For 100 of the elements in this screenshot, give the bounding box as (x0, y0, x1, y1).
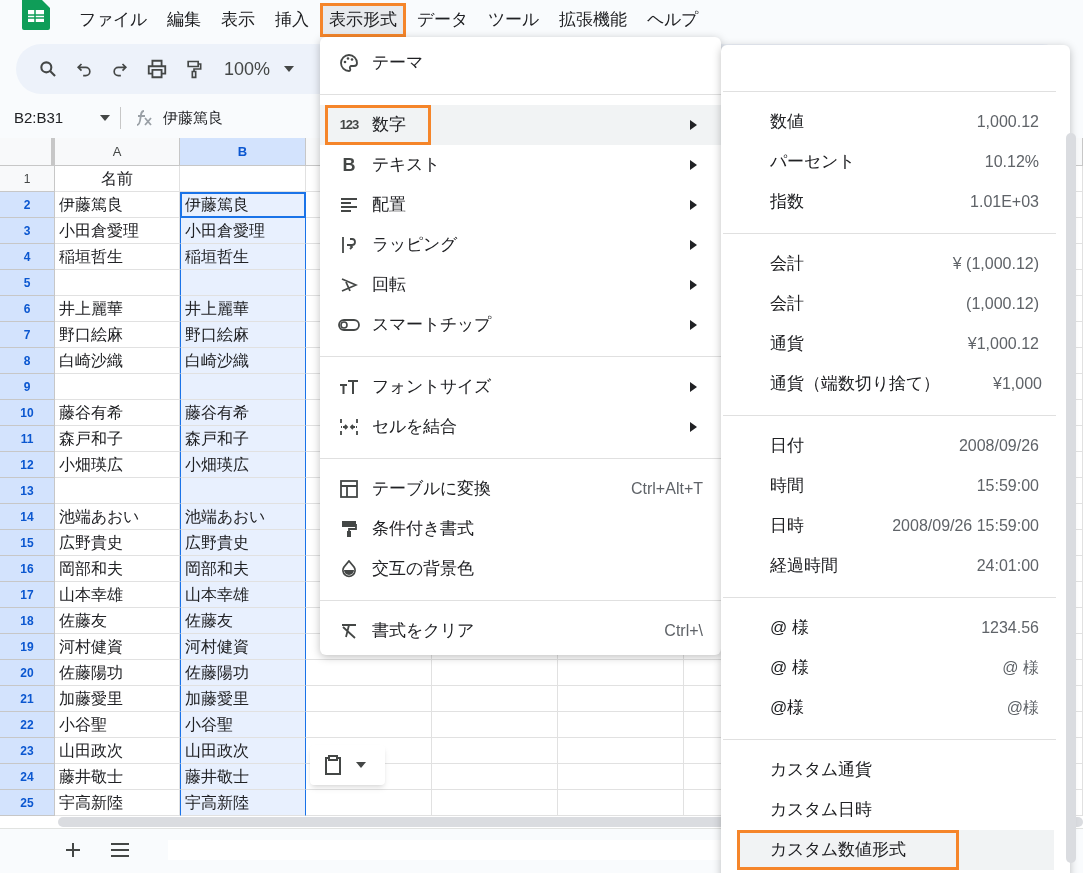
format-example: @様 (1006, 698, 1039, 718)
menu-item[interactable]: @ 様 @ 様 (737, 648, 1054, 688)
rotate-text-icon (340, 276, 358, 294)
menu-item[interactable]: 123 数字 (320, 105, 721, 145)
column-header[interactable]: A (55, 138, 180, 165)
format-example: 1.01E+03 (970, 192, 1039, 212)
table-cell: 広野貴史 (180, 530, 306, 556)
format-example: @ 様 (1002, 658, 1039, 678)
menu-item[interactable]: ラッピング (320, 225, 721, 265)
table-cell: 池端あおい (180, 504, 306, 530)
table-cell: 藤谷有希 (180, 400, 306, 426)
format-example: ¥1,000.12 (967, 334, 1039, 354)
menu-item[interactable]: 拡張機能 (550, 3, 636, 37)
vertical-scrollbar[interactable] (1066, 133, 1076, 863)
menu-item[interactable]: 条件付き書式 (320, 509, 721, 549)
row-number: 7 (0, 322, 55, 348)
format-example: 24:01:00 (976, 556, 1039, 576)
font-size-icon (339, 379, 359, 395)
zoom-dropdown[interactable]: 100% (224, 55, 295, 83)
menu-item[interactable]: 通貨 ¥1,000.12 (737, 324, 1054, 364)
menu-item[interactable]: 書式をクリア Ctrl+\ (320, 611, 721, 651)
menu-item[interactable]: ヘルプ (638, 3, 707, 37)
format-example: ¥ (1,000.12) (952, 254, 1039, 274)
menu-item[interactable]: 日時 2008/09/26 15:59:00 (737, 506, 1054, 546)
formula-content[interactable]: 伊藤篤良 (163, 106, 223, 130)
menu-item[interactable]: ツール (479, 3, 548, 37)
format-example: (1,000.12) (966, 294, 1039, 314)
table-cell: 小田倉愛理 (180, 218, 306, 244)
menu-item[interactable]: 日付 2008/09/26 (737, 426, 1054, 466)
spreadsheet-logo-icon[interactable] (22, 0, 50, 30)
clear-format-icon (340, 623, 358, 639)
menu-item[interactable]: 会計 ¥ (1,000.12) (737, 244, 1054, 284)
menu-item[interactable]: 経過時間 24:01:00 (737, 546, 1054, 586)
table-cell: 宇高新陸 (180, 790, 306, 816)
print-icon[interactable] (146, 58, 168, 80)
row-number: 20 (0, 660, 55, 686)
table-cell: 井上麗華 (180, 296, 306, 322)
table-cell: 加藤愛里 (180, 686, 306, 712)
row-number: 6 (0, 296, 55, 322)
table-cell: 河村健資 (180, 634, 306, 660)
table-cell: 山田政次 (180, 738, 306, 764)
menu-item[interactable]: カスタム日時 (737, 790, 1054, 830)
menu-icon[interactable] (110, 842, 130, 858)
add-sheet-icon[interactable] (64, 841, 82, 859)
menu-item[interactable]: フォントサイズ (320, 367, 721, 407)
menu-item[interactable]: 表示 (212, 3, 264, 37)
row-number: 22 (0, 712, 55, 738)
menu-item[interactable]: 数値 1,000.12 (737, 102, 1054, 142)
search-icon[interactable] (38, 59, 58, 79)
menu-item[interactable]: セルを結合 (320, 407, 721, 447)
name-box[interactable]: B2:B31 (0, 106, 120, 130)
align-left-icon (340, 197, 358, 213)
row-number: 19 (0, 634, 55, 660)
table-cell: 佐藤陽功 (180, 660, 306, 686)
menu-item[interactable]: カスタム数値形式 (737, 830, 1054, 870)
menu-item[interactable]: 通貨（端数切り捨て） ¥1,000 (737, 364, 1054, 404)
row-number: 21 (0, 686, 55, 712)
menu-item[interactable]: 表示形式 (320, 3, 406, 37)
menu-item[interactable]: カスタム通貨 (737, 750, 1054, 790)
menu-item[interactable]: 配置 (320, 185, 721, 225)
table-icon (340, 480, 358, 498)
function-icon (135, 109, 153, 127)
table-cell: 佐藤友 (180, 608, 306, 634)
table-cell: 森戸和子 (180, 426, 306, 452)
paste-options-button[interactable] (310, 745, 385, 785)
menu-item[interactable]: テーブルに変換 Ctrl+Alt+T (320, 469, 721, 509)
table-cell: 白崎沙織 (180, 348, 306, 374)
menu-item[interactable]: テーマ (320, 43, 721, 83)
row-number: 13 (0, 478, 55, 504)
table-cell: 名前 (55, 166, 180, 192)
menu-item[interactable]: @様 @様 (737, 688, 1054, 728)
table-cell: 小谷聖 (180, 712, 306, 738)
paint-format-icon[interactable] (184, 58, 204, 80)
format-icon: 123 (338, 115, 360, 135)
row-number: 8 (0, 348, 55, 374)
menu-item[interactable]: 指数 1.01E+03 (737, 182, 1054, 222)
menu-item[interactable]: ファイル (70, 3, 156, 37)
menu-item[interactable]: 時間 15:59:00 (737, 466, 1054, 506)
wrap-icon (341, 236, 357, 254)
format-icon: B (338, 151, 360, 179)
table-cell: 小畑瑛広 (180, 452, 306, 478)
menu-item[interactable]: 会計 (1,000.12) (737, 284, 1054, 324)
menu-item[interactable]: B テキスト (320, 145, 721, 185)
format-example: 2008/09/26 15:59:00 (892, 516, 1039, 536)
clipboard-icon (324, 755, 342, 775)
menu-item[interactable]: 編集 (158, 3, 210, 37)
row-number: 11 (0, 426, 55, 452)
row-number: 1 (0, 166, 55, 192)
menu-item[interactable]: データ (408, 3, 477, 37)
menu-item[interactable]: スマートチップ (320, 305, 721, 345)
table-cell: 山本幸雄 (180, 582, 306, 608)
menu-item[interactable]: 挿入 (266, 3, 318, 37)
format-example: ¥1,000 (993, 374, 1042, 394)
menu-item[interactable]: @ 様 1234.56 (737, 608, 1054, 648)
palette-icon (339, 53, 359, 73)
column-header[interactable]: B (180, 138, 306, 165)
menu-item[interactable]: 回転 (320, 265, 721, 305)
menu-item[interactable]: 交互の背景色 (320, 549, 721, 589)
menu-item[interactable]: パーセント 10.12% (737, 142, 1054, 182)
row-number: 10 (0, 400, 55, 426)
